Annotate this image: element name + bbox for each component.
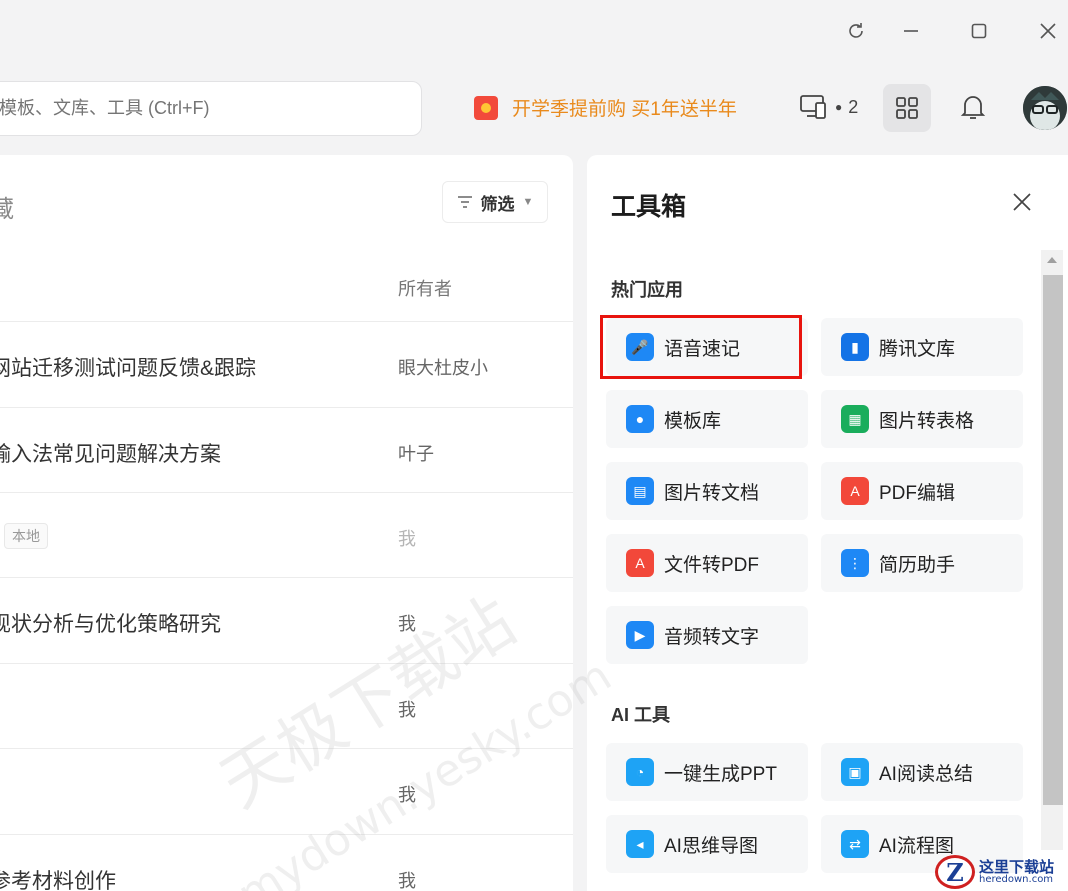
corner-logo-url: heredown.com [979, 873, 1054, 885]
doc-name: 输入法常见问题解决方案 [0, 443, 221, 466]
ai-flowchart-icon: ⇄ [841, 830, 869, 858]
tool-ai-summary[interactable]: ▣ AI阅读总结 [821, 743, 1023, 801]
corner-logo-title: 这里下载站 [979, 857, 1055, 876]
search-box[interactable] [0, 81, 422, 136]
tool-template[interactable]: ● 模板库 [606, 390, 808, 448]
tool-label: 腾讯文库 [879, 338, 956, 360]
document-list-panel: 藏 筛选 ▼ 所有者 网站迁移测试问题反馈&跟踪 眼大杜皮小 输入法常见问题解决… [0, 155, 573, 891]
tool-label: 音频转文字 [664, 626, 760, 648]
tool-label: AI思维导图 [664, 835, 758, 857]
ai-summary-icon: ▣ [841, 758, 869, 786]
promo-banner[interactable]: 开学季提前购 买1年送半年 [474, 94, 737, 121]
minimize-icon[interactable] [898, 18, 924, 44]
caret-down-icon: ▼ [522, 196, 534, 208]
tool-pdf-edit[interactable]: A PDF编辑 [821, 462, 1023, 520]
audio-to-text-icon: ▶ [626, 621, 654, 649]
maximize-icon[interactable] [966, 18, 992, 44]
tool-audio-to-text[interactable]: ▶ 音频转文字 [606, 606, 808, 664]
filter-button[interactable]: 筛选 ▼ [442, 181, 548, 223]
corner-logo: Z 这里下载站 heredown.com [935, 855, 1054, 889]
table-row[interactable]: 输入法常见问题解决方案 叶子 [0, 407, 573, 493]
image-to-table-icon: ▦ [841, 405, 869, 433]
tool-label: 一键生成PPT [664, 763, 777, 785]
close-icon[interactable] [1009, 189, 1035, 215]
tool-image-to-table[interactable]: ▦ 图片转表格 [821, 390, 1023, 448]
tool-resume[interactable]: ⋮ 简历助手 [821, 534, 1023, 592]
tool-label: AI阅读总结 [879, 763, 973, 785]
ai-ppt-icon: ◔ [626, 758, 654, 786]
corner-logo-mark: Z [935, 855, 975, 889]
devices-icon [800, 95, 826, 119]
tool-tencent-library[interactable]: ▮ 腾讯文库 [821, 318, 1023, 376]
doc-name: 参考材料创作 [0, 870, 116, 891]
doc-owner: 我 [398, 700, 416, 720]
doc-owner: 我 [398, 529, 416, 549]
tool-label: 模板库 [664, 410, 722, 432]
tool-ai-mindmap[interactable]: ◂ AI思维导图 [606, 815, 808, 873]
resume-icon: ⋮ [841, 549, 869, 577]
doc-owner: 我 [398, 614, 416, 634]
devices-count: 2 [848, 96, 859, 117]
apps-grid-icon [896, 97, 918, 119]
section-ai-tools: AI 工具 [611, 705, 671, 725]
search-input[interactable] [0, 98, 421, 119]
table-row[interactable]: 本地 我 [0, 492, 573, 578]
tool-label: 简历助手 [879, 554, 956, 576]
voice-note-icon: 🎤 [626, 333, 654, 361]
doc-name: 网站迁移测试问题反馈&跟踪 [0, 357, 257, 380]
table-row[interactable]: 我 [0, 748, 573, 834]
doc-owner: 我 [398, 871, 416, 891]
pdf-edit-icon: A [841, 477, 869, 505]
avatar[interactable] [1023, 86, 1067, 130]
tool-ai-ppt[interactable]: ◔ 一键生成PPT [606, 743, 808, 801]
table-row[interactable]: 现状分析与优化策略研究 我 [0, 577, 573, 663]
scrollbar-thumb[interactable] [1043, 275, 1063, 805]
refresh-icon[interactable] [843, 18, 869, 44]
doc-owner: 叶子 [398, 444, 434, 464]
doc-owner: 我 [398, 785, 416, 805]
devices-button[interactable]: ● 2 [799, 94, 858, 120]
docs-tab-title[interactable]: 藏 [0, 189, 14, 224]
image-to-doc-icon: ▤ [626, 477, 654, 505]
template-icon: ● [626, 405, 654, 433]
scroll-up-arrow[interactable] [1047, 257, 1057, 263]
red-envelope-icon [474, 95, 498, 120]
tool-label: 文件转PDF [664, 554, 760, 576]
tool-image-to-doc[interactable]: ▤ 图片转文档 [606, 462, 808, 520]
doc-owner: 眼大杜皮小 [398, 358, 488, 378]
close-window-icon[interactable] [1035, 18, 1061, 44]
bell-icon[interactable] [958, 92, 988, 122]
section-hot-apps: 热门应用 [611, 280, 683, 300]
tool-label: 图片转表格 [879, 410, 975, 432]
tool-voice-note[interactable]: 🎤 语音速记 [606, 318, 808, 376]
table-row[interactable]: 网站迁移测试问题反馈&跟踪 眼大杜皮小 [0, 321, 573, 407]
table-row[interactable]: 参考材料创作 我 [0, 834, 573, 891]
tool-label: 语音速记 [664, 338, 741, 360]
table-row[interactable]: 我 [0, 663, 573, 749]
promo-text: 开学季提前购 买1年送半年 [512, 99, 737, 120]
owner-column-header: 所有者 [398, 279, 452, 299]
tool-file-to-pdf[interactable]: A 文件转PDF [606, 534, 808, 592]
ai-mindmap-icon: ◂ [626, 830, 654, 858]
filter-label: 筛选 [480, 194, 515, 214]
filter-icon [457, 196, 472, 208]
tool-label: 图片转文档 [664, 482, 760, 504]
local-tag: 本地 [4, 523, 48, 549]
devices-dot: ● [835, 100, 843, 114]
file-to-pdf-icon: A [626, 549, 654, 577]
doc-name: 现状分析与优化策略研究 [0, 613, 221, 636]
apps-grid-button[interactable] [883, 84, 931, 132]
toolbox-title: 工具箱 [611, 193, 687, 221]
tencent-library-icon: ▮ [841, 333, 869, 361]
tool-label: AI流程图 [879, 835, 954, 857]
tool-label: PDF编辑 [879, 482, 956, 504]
